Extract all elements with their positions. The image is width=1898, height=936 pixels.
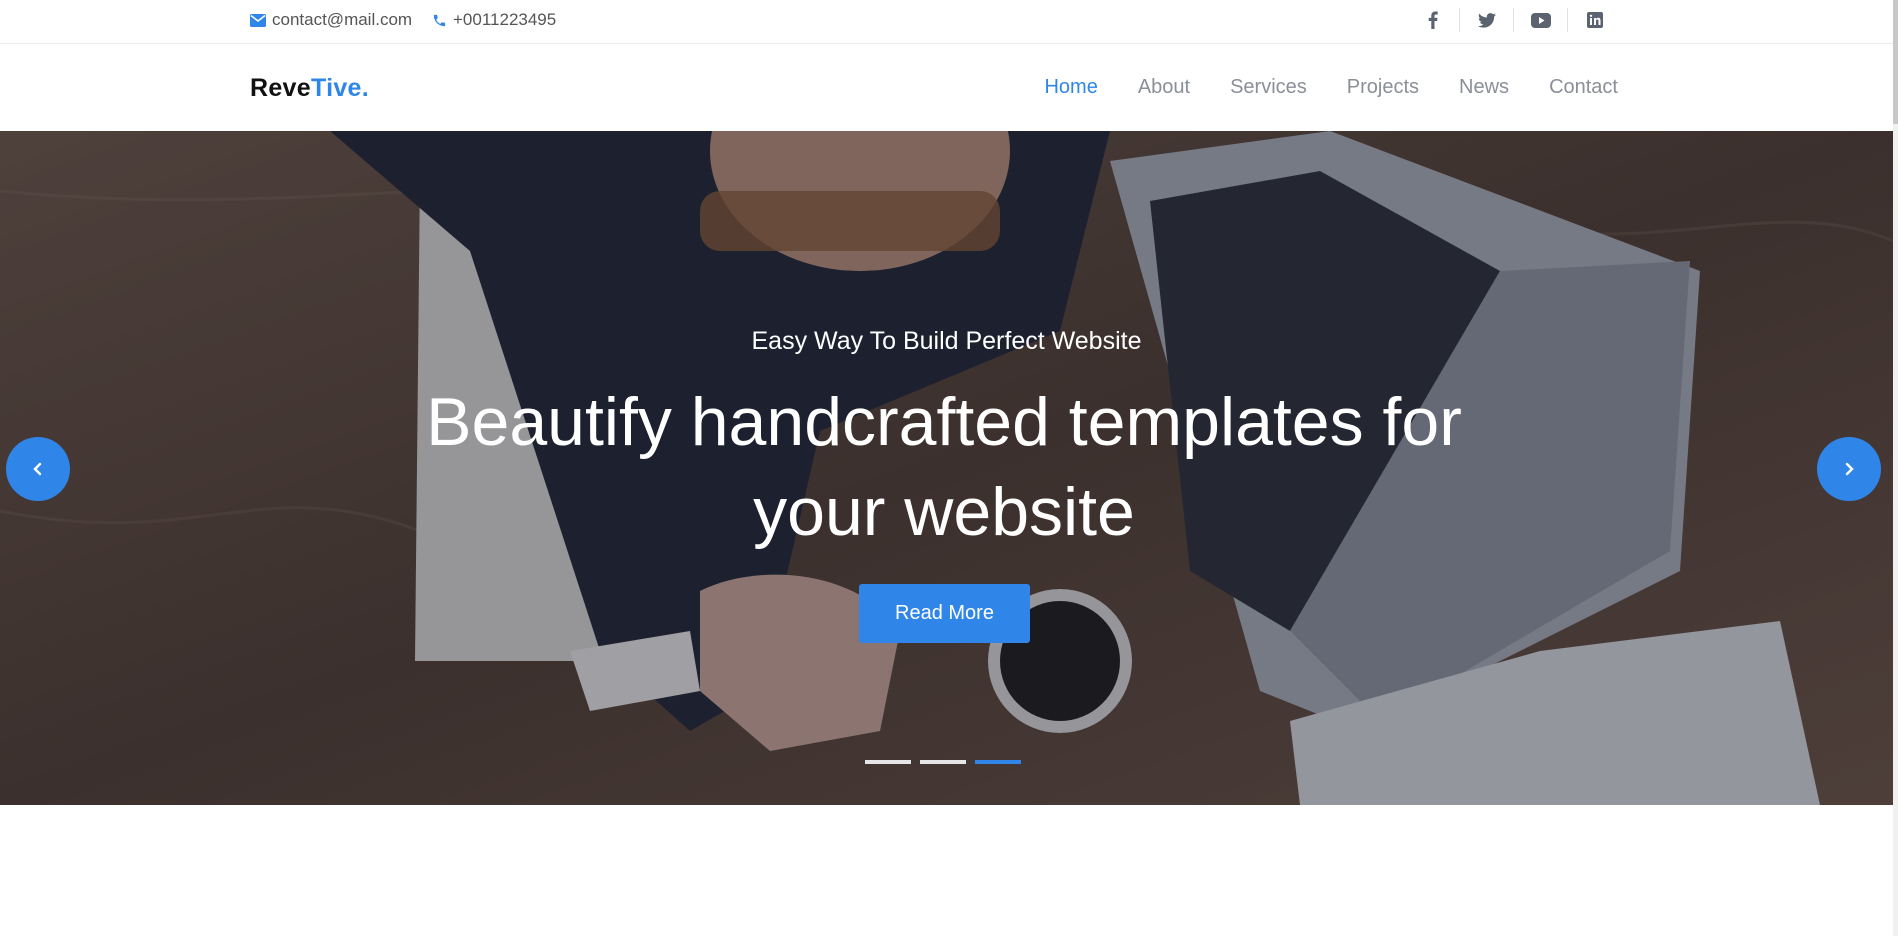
read-more-button[interactable]: Read More: [859, 584, 1030, 643]
slider-pagination: [865, 760, 1030, 764]
scrollbar-thumb[interactable]: [1893, 0, 1898, 124]
logo-text-accent: Tive.: [310, 74, 369, 102]
contact-email[interactable]: contact@mail.com: [250, 10, 412, 30]
nav-link-projects[interactable]: Projects: [1347, 76, 1419, 99]
nav-link-home[interactable]: Home: [1044, 76, 1097, 99]
linkedin-icon: [1587, 12, 1603, 28]
hero-content: Easy Way To Build Perfect Website Beauti…: [0, 131, 1893, 805]
chevron-right-icon: [1845, 462, 1854, 476]
top-bar: contact@mail.com +0011223495: [0, 0, 1898, 44]
nav-link-services[interactable]: Services: [1230, 76, 1307, 99]
page-scrollbar[interactable]: [1893, 0, 1898, 936]
youtube-icon: [1530, 12, 1551, 28]
twitter-icon: [1477, 12, 1496, 28]
chevron-left-icon: [33, 462, 42, 476]
twitter-link[interactable]: [1460, 8, 1514, 32]
contact-phone[interactable]: +0011223495: [432, 10, 556, 30]
email-text: contact@mail.com: [272, 10, 413, 29]
mail-icon: [250, 13, 266, 27]
slider-prev-button[interactable]: [6, 437, 70, 501]
linkedin-link[interactable]: [1568, 8, 1622, 32]
facebook-link[interactable]: [1406, 8, 1460, 32]
main-menu: Home About Services Projects News Contac…: [1004, 76, 1618, 99]
main-navbar: ReveTive. Home About Services Projects N…: [0, 44, 1898, 131]
hero-title: Beautify handcrafted templates for your …: [426, 384, 1462, 550]
slider-dot-1[interactable]: [865, 760, 911, 764]
slider-dot-2[interactable]: [920, 760, 966, 764]
phone-text: +0011223495: [453, 10, 557, 29]
hero-slider: Easy Way To Build Perfect Website Beauti…: [0, 131, 1893, 805]
phone-icon: [433, 14, 446, 26]
facebook-icon: [1428, 11, 1438, 29]
slider-dot-3[interactable]: [975, 760, 1021, 764]
logo-text-primary: Reve: [250, 74, 311, 102]
site-logo[interactable]: ReveTive.: [250, 74, 369, 103]
nav-link-contact[interactable]: Contact: [1549, 76, 1618, 99]
hero-subtitle: Easy Way To Build Perfect Website: [751, 327, 1142, 355]
youtube-link[interactable]: [1514, 8, 1568, 32]
slider-next-button[interactable]: [1817, 437, 1881, 501]
nav-link-news[interactable]: News: [1459, 76, 1509, 99]
social-links: [1406, 8, 1622, 32]
nav-link-about[interactable]: About: [1138, 76, 1190, 99]
